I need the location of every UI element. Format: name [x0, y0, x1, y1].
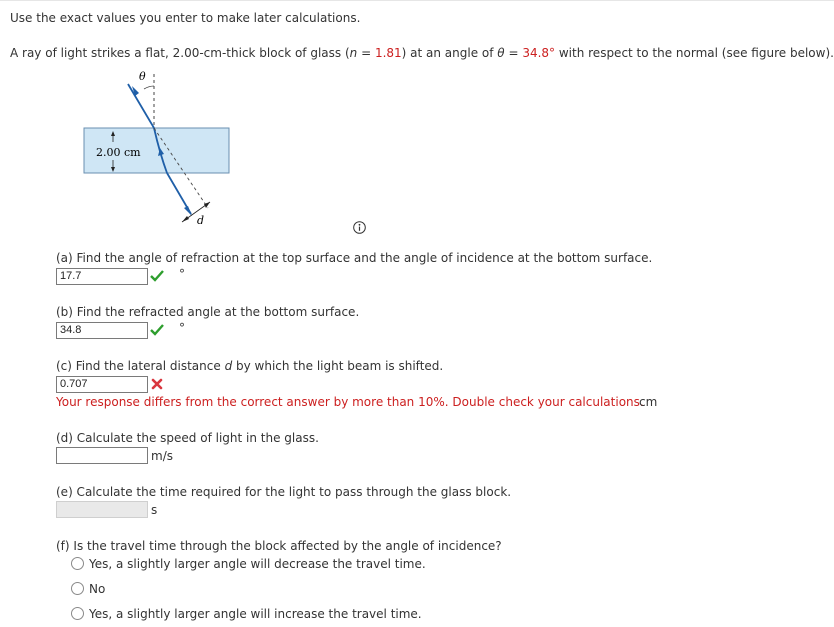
problem-mid: ) at an angle of [401, 46, 498, 60]
theta-symbol: θ [497, 46, 505, 60]
part-d-unit: m/s [151, 449, 173, 463]
top-divider [0, 0, 834, 5]
part-e-input[interactable] [56, 501, 148, 518]
incident-ray [127, 83, 155, 129]
angle-arc [143, 85, 155, 90]
d-arrow-a [182, 216, 189, 222]
n-value: 1.81 [374, 46, 402, 60]
check-icon [150, 324, 164, 336]
problem-post: with respect to the normal (see figure b… [555, 46, 834, 60]
part-e-question: (e) Calculate the time required for the … [56, 485, 512, 499]
option-1-label[interactable]: Yes, a slightly larger angle will decrea… [89, 557, 426, 571]
part-b-input[interactable]: 34.8 [56, 322, 148, 339]
radio-option-2[interactable] [71, 582, 84, 595]
part-b-unit: ° [179, 321, 185, 335]
theta-value: 34.8° [522, 46, 556, 60]
problem-eq1: = [357, 46, 375, 60]
part-c-question-pre: (c) Find the lateral distance [56, 359, 225, 373]
part-c-unit: cm [639, 395, 658, 409]
figure-d-label: d [197, 214, 204, 227]
instructions-text: Use the exact values you enter to make l… [10, 11, 361, 25]
part-b-question: (b) Find the refracted angle at the bott… [56, 305, 360, 319]
option-2-label[interactable]: No [89, 582, 105, 596]
check-icon [150, 270, 164, 282]
problem-statement: A ray of light strikes a flat, 2.00-cm-t… [10, 46, 834, 60]
problem-pre: A ray of light strikes a flat, 2.00-cm-t… [10, 46, 350, 60]
part-c-question-post: by which the light beam is shifted. [232, 359, 444, 373]
problem-eq2: = [504, 46, 523, 60]
figure-theta-label: θ [139, 70, 146, 83]
part-a-input[interactable]: 17.7 [56, 268, 148, 285]
figure-thickness-label: 2.00 cm [96, 146, 141, 159]
part-a-question: (a) Find the angle of refraction at the … [56, 251, 653, 265]
part-d-input[interactable] [56, 447, 148, 464]
part-f-question: (f) Is the travel time through the block… [56, 539, 502, 553]
exit-arrow [184, 206, 192, 216]
part-d-question: (d) Calculate the speed of light in the … [56, 431, 319, 445]
page: Use the exact values you enter to make l… [0, 0, 834, 627]
option-3-label[interactable]: Yes, a slightly larger angle will increa… [89, 607, 422, 621]
part-c-input[interactable]: 0.707 [56, 376, 148, 393]
part-c-question: (c) Find the lateral distance d by which… [56, 359, 443, 373]
part-a-unit: ° [179, 267, 185, 281]
part-c-feedback: Your response differs from the correct a… [56, 395, 644, 409]
info-icon[interactable] [353, 221, 366, 234]
radio-option-3[interactable] [71, 607, 84, 620]
radio-option-1[interactable] [71, 557, 84, 570]
refraction-figure: θ 2.00 cm d [83, 70, 230, 227]
part-e-unit: s [151, 503, 158, 517]
cross-icon [151, 378, 163, 390]
